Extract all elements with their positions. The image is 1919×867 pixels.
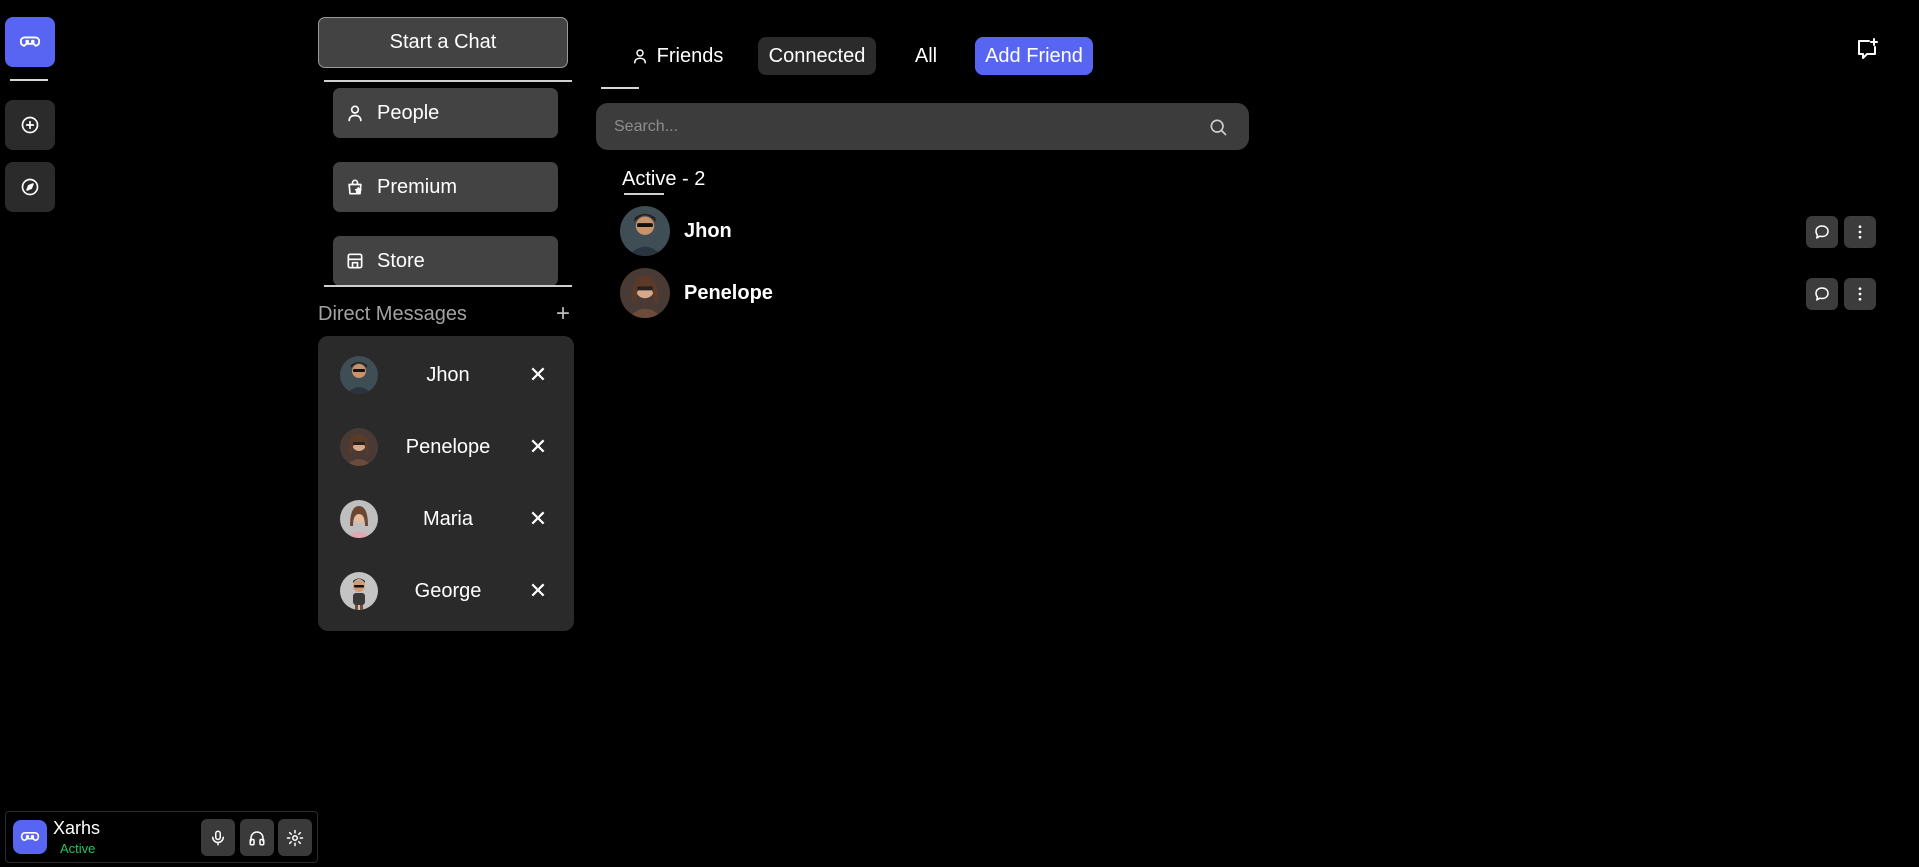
divider <box>624 193 664 195</box>
search-input[interactable] <box>614 103 1194 150</box>
rail-divider <box>10 79 48 81</box>
avatar <box>340 356 378 394</box>
server-rail <box>0 0 60 867</box>
home-button[interactable] <box>5 17 55 67</box>
message-button[interactable] <box>1806 216 1838 248</box>
user-name: Xarhs <box>53 818 101 838</box>
person-icon <box>633 49 646 64</box>
explore-button[interactable] <box>5 162 55 212</box>
nav-item-premium[interactable]: Premium <box>333 162 558 212</box>
user-panel: Xarhs Active <box>5 811 318 863</box>
nav-item-people[interactable]: People <box>333 88 558 138</box>
dm-header-label: Direct Messages <box>318 302 467 325</box>
tab-friends[interactable]: Friends <box>622 37 732 75</box>
avatar <box>340 572 378 610</box>
start-chat-button[interactable]: Start a Chat <box>318 17 568 68</box>
nav-item-label: People <box>377 101 440 124</box>
search-icon[interactable] <box>1208 117 1228 137</box>
plus-circle-icon <box>21 116 39 134</box>
message-button[interactable] <box>1806 278 1838 310</box>
mute-button[interactable] <box>201 819 235 856</box>
nav-item-store[interactable]: Store <box>333 236 558 286</box>
active-count-label: Active - 2 <box>622 168 706 190</box>
new-group-dm-icon[interactable] <box>1855 37 1879 61</box>
dm-header: Direct Messages + <box>318 300 574 328</box>
dm-name: Penelope <box>405 435 491 458</box>
friend-row-jhon[interactable]: Jhon <box>620 206 1880 258</box>
divider <box>324 80 572 82</box>
tab-all[interactable]: All <box>906 37 946 75</box>
store-icon <box>347 253 363 269</box>
dm-name: George <box>414 579 482 602</box>
more-options-button[interactable] <box>1844 216 1876 248</box>
tab-connected[interactable]: Connected <box>758 37 876 75</box>
friend-row-penelope[interactable]: Penelope <box>620 268 1880 320</box>
close-icon[interactable]: ✕ <box>528 362 548 388</box>
add-dm-button[interactable]: + <box>556 300 574 328</box>
user-status: Active <box>60 841 96 856</box>
microphone-icon <box>212 830 224 845</box>
avatar <box>620 206 670 256</box>
dm-name: Maria <box>422 507 473 530</box>
dm-item-penelope[interactable]: Penelope ✕ <box>318 419 574 475</box>
avatar[interactable] <box>13 820 47 854</box>
close-icon[interactable]: ✕ <box>528 578 548 604</box>
close-icon[interactable]: ✕ <box>528 506 548 532</box>
search-bar <box>596 103 1249 150</box>
controller-icon <box>19 36 41 47</box>
more-vertical-icon <box>1858 225 1862 239</box>
add-server-button[interactable] <box>5 100 55 150</box>
divider <box>324 285 572 287</box>
avatar <box>340 500 378 538</box>
headphones-icon <box>249 830 265 845</box>
chat-bubble-icon <box>1815 225 1829 239</box>
dm-list: Jhon ✕ Penelope ✕ Maria ✕ George ✕ <box>318 336 574 631</box>
tab-underline <box>601 87 639 89</box>
dm-item-maria[interactable]: Maria ✕ <box>318 491 574 547</box>
friend-name: Penelope <box>684 282 773 304</box>
more-options-button[interactable] <box>1844 278 1876 310</box>
gear-icon <box>286 829 304 846</box>
deafen-button[interactable] <box>240 819 274 856</box>
tab-label: Friends <box>656 44 724 67</box>
controller-icon <box>20 832 40 842</box>
shopping-bag-star-icon <box>348 179 362 195</box>
person-icon <box>348 105 362 122</box>
compass-icon <box>21 178 39 196</box>
add-friend-button[interactable]: Add Friend <box>975 37 1093 75</box>
close-icon[interactable]: ✕ <box>528 434 548 460</box>
friend-name: Jhon <box>684 220 732 242</box>
avatar <box>340 428 378 466</box>
settings-button[interactable] <box>278 819 312 856</box>
chat-bubble-icon <box>1815 287 1829 301</box>
nav-item-label: Store <box>377 249 425 272</box>
dm-item-jhon[interactable]: Jhon ✕ <box>318 347 574 403</box>
dm-name: Jhon <box>426 363 470 386</box>
nav-item-label: Premium <box>377 175 458 198</box>
dm-item-george[interactable]: George ✕ <box>318 563 574 619</box>
more-vertical-icon <box>1858 287 1862 301</box>
avatar <box>620 268 670 318</box>
